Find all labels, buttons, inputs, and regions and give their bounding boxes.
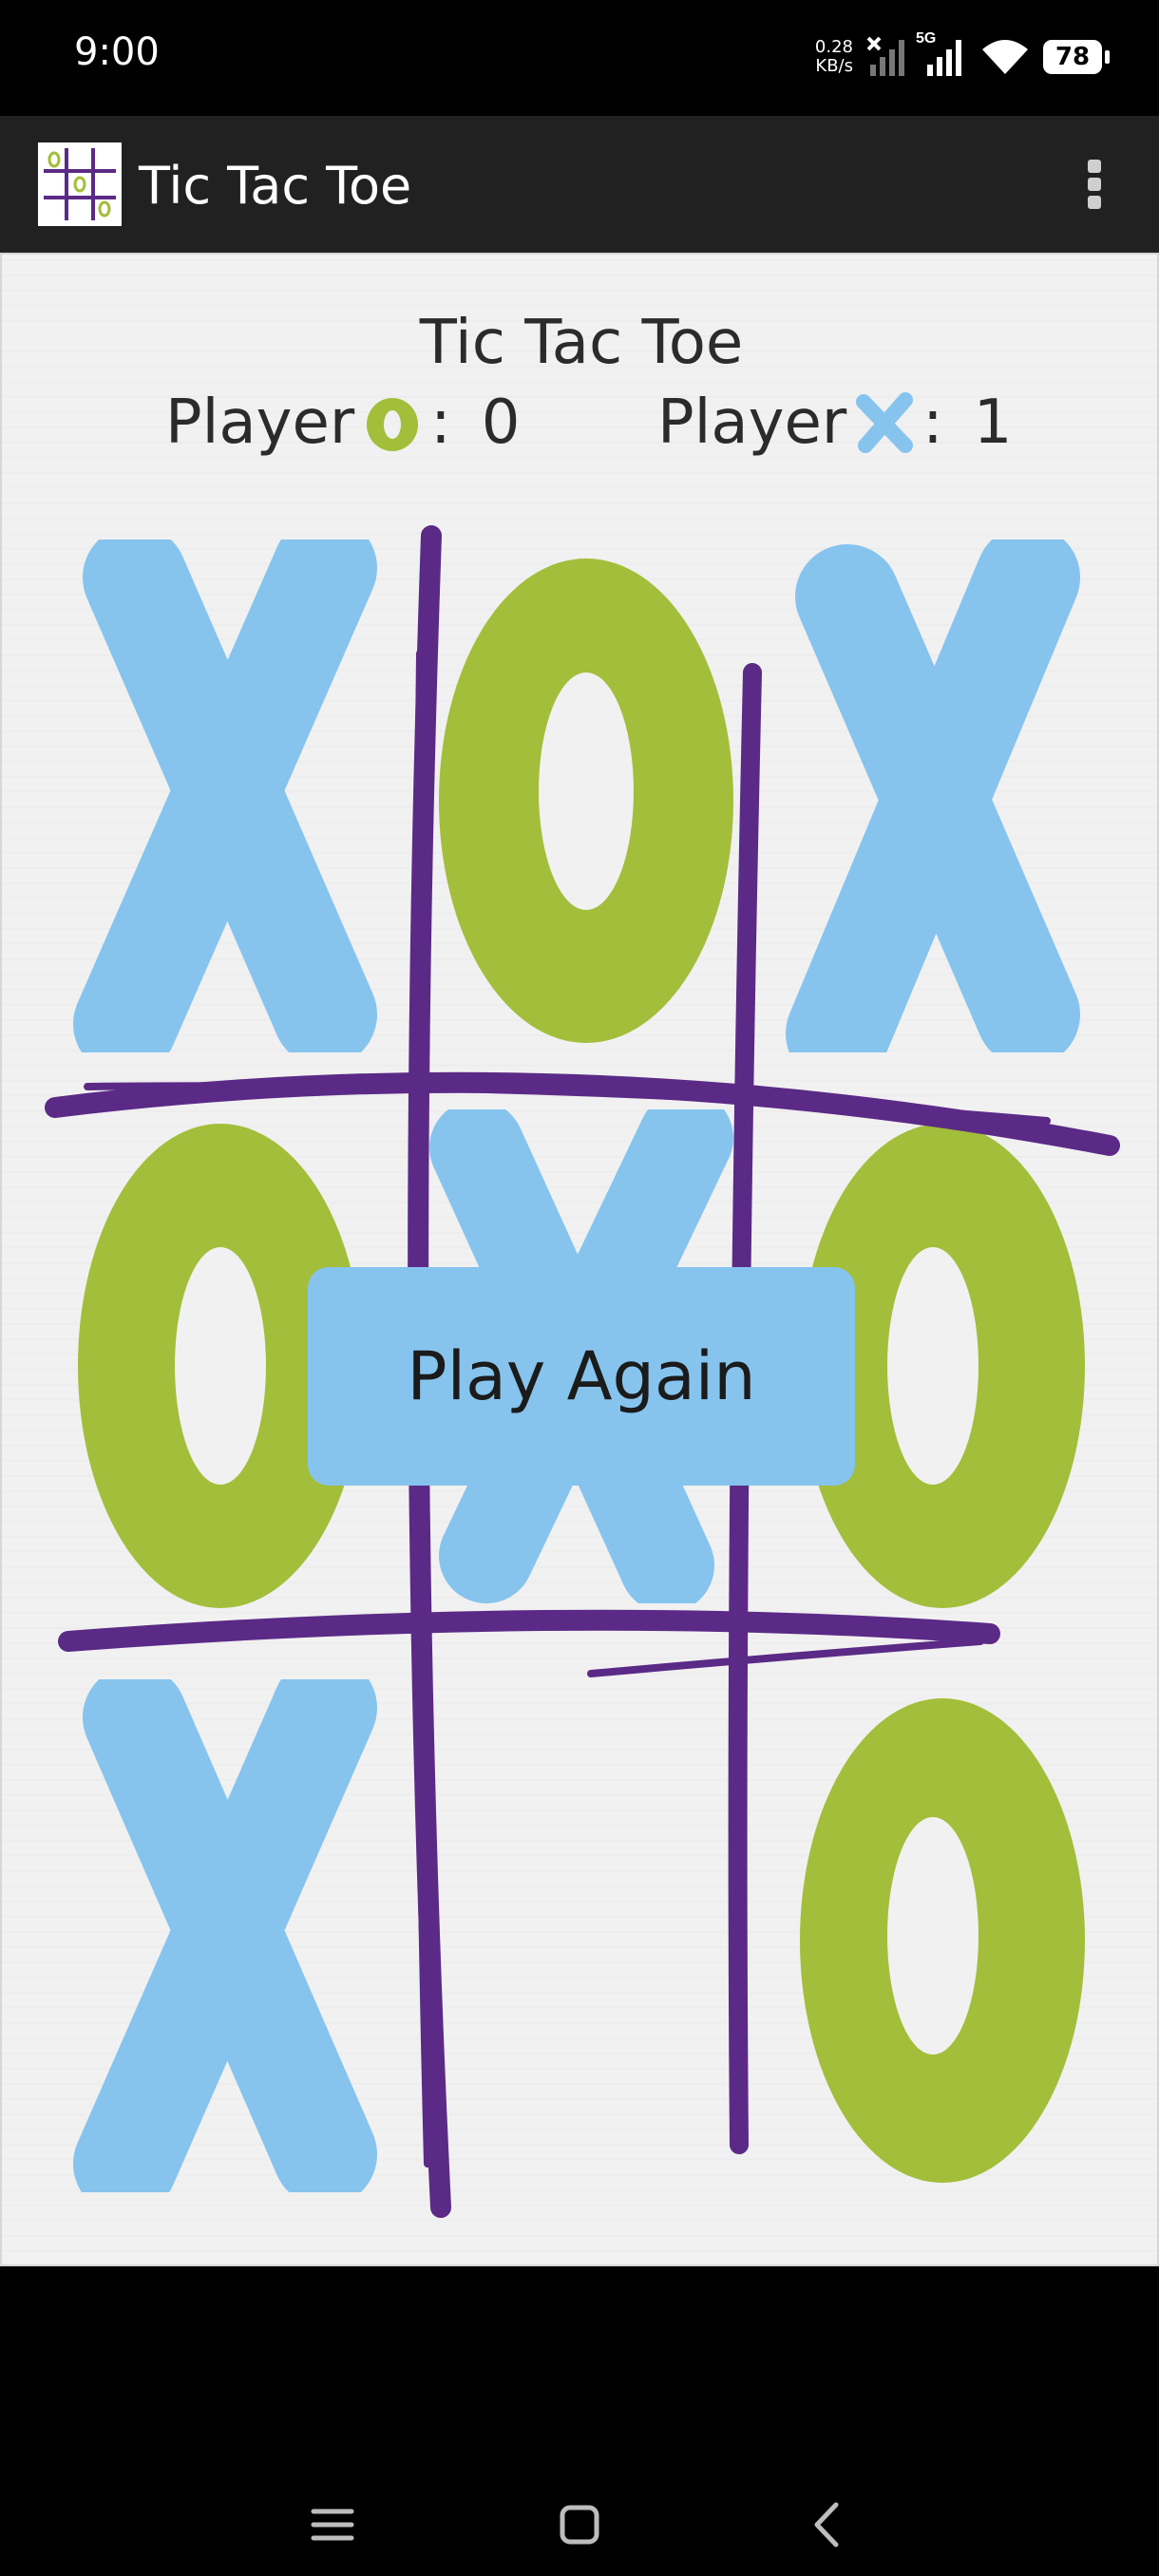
status-time: 9:00 bbox=[74, 30, 160, 74]
home-icon bbox=[560, 2505, 599, 2545]
x-mark bbox=[73, 540, 377, 1052]
o-mark bbox=[439, 559, 733, 1043]
recent-apps-button[interactable] bbox=[294, 2487, 370, 2563]
status-icons: 0.28 KB/s 5G 78 bbox=[815, 28, 1110, 85]
battery-indicator: 78 bbox=[1043, 40, 1110, 74]
home-button[interactable] bbox=[542, 2487, 618, 2563]
board-cell-8[interactable] bbox=[410, 1679, 752, 2192]
overflow-menu-button[interactable] bbox=[1068, 154, 1121, 215]
overflow-dot bbox=[1088, 160, 1101, 173]
app-bar: Tic Tac Toe bbox=[0, 116, 1159, 253]
x-mark bbox=[786, 540, 1080, 1052]
cell-signal-5g: 5G bbox=[916, 30, 967, 78]
net-speed: 0.28 KB/s bbox=[815, 38, 853, 76]
network-type-label: 5G bbox=[916, 30, 937, 47]
x-mark bbox=[73, 1679, 377, 2192]
o-mark bbox=[800, 1698, 1085, 2183]
net-speed-value: 0.28 bbox=[814, 37, 853, 57]
overflow-dot bbox=[1088, 178, 1101, 191]
board-cell-7[interactable] bbox=[68, 1679, 391, 2192]
back-icon bbox=[814, 2502, 839, 2548]
back-button[interactable] bbox=[788, 2487, 864, 2563]
net-speed-unit: KB/s bbox=[815, 56, 853, 76]
menu-icon bbox=[311, 2509, 354, 2541]
wifi-icon bbox=[982, 40, 1028, 74]
board-cell-2[interactable] bbox=[410, 540, 752, 1052]
app-title: Tic Tac Toe bbox=[139, 156, 412, 216]
no-signal-icon bbox=[866, 36, 904, 76]
app-logo-icon bbox=[38, 142, 122, 226]
play-again-button[interactable]: Play Again bbox=[308, 1267, 855, 1486]
board-cell-1[interactable] bbox=[68, 540, 391, 1052]
navigation-bar bbox=[0, 2266, 1159, 2576]
board-cell-3[interactable] bbox=[781, 540, 1104, 1052]
board-cell-9[interactable] bbox=[781, 1679, 1104, 2192]
status-bar: 9:00 0.28 KB/s 5G 78 bbox=[0, 0, 1159, 116]
overflow-dot bbox=[1088, 196, 1101, 209]
game-area: Tic Tac Toe Player : 0 Player : 1 Play A… bbox=[0, 253, 1159, 2266]
game-board bbox=[2, 255, 1159, 2268]
